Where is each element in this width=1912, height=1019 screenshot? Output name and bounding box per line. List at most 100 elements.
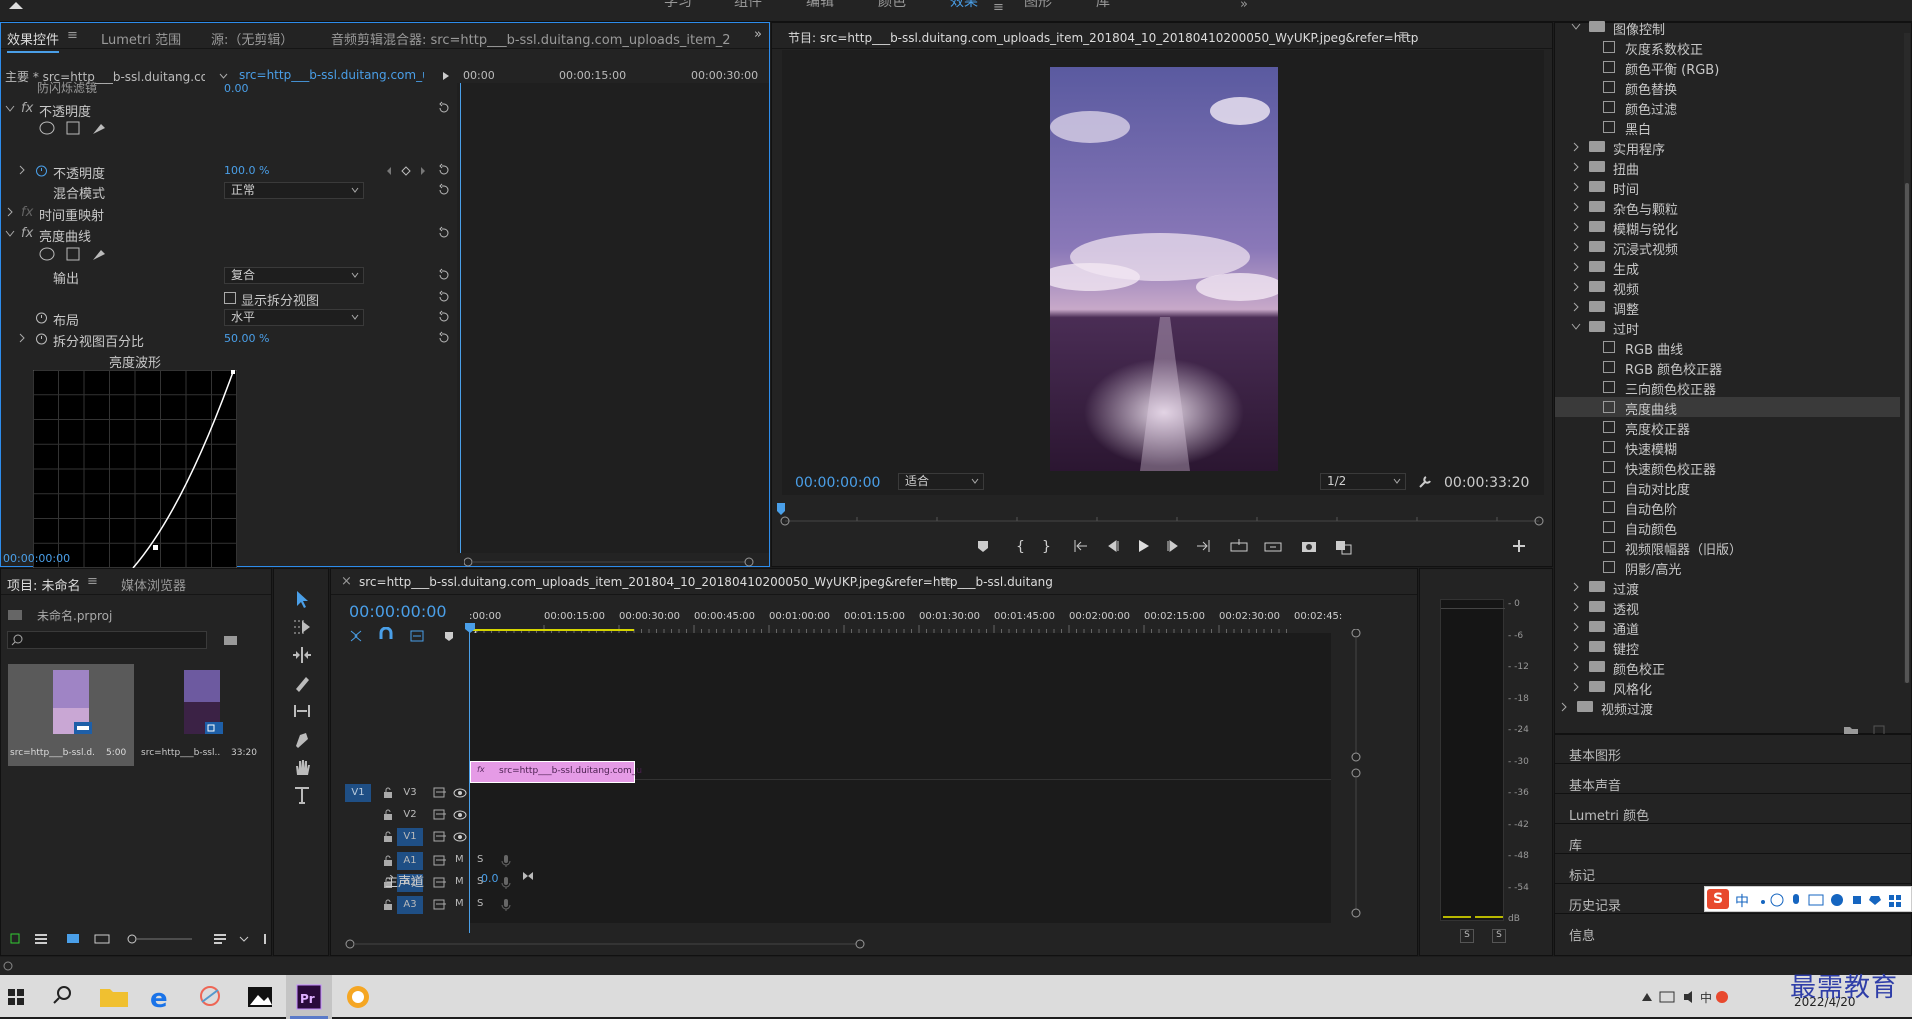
step-back-icon[interactable] xyxy=(1102,535,1124,557)
panel-info[interactable]: 信息 xyxy=(1569,925,1595,944)
effect-tree-item[interactable]: 亮度校正器 xyxy=(1555,417,1900,438)
keyframe-nav-icon[interactable] xyxy=(386,166,426,176)
search-icon[interactable] xyxy=(46,975,92,1019)
effect-tree-item[interactable]: 调整 xyxy=(1555,297,1900,318)
track-target-v2[interactable]: V2 xyxy=(397,806,423,824)
effect-tree-item[interactable]: 杂色与颗粒 xyxy=(1555,197,1900,218)
effect-tree-item[interactable]: 颜色替换 xyxy=(1555,77,1900,98)
reset-icon[interactable] xyxy=(437,183,451,197)
track-target-v3[interactable]: V3 xyxy=(397,784,423,802)
play-triangle-icon[interactable] xyxy=(442,71,450,81)
eye-icon[interactable] xyxy=(453,832,467,842)
effect-tree-item[interactable]: 风格化 xyxy=(1555,677,1900,698)
audio-meter[interactable] xyxy=(1440,599,1505,921)
expand-chevron-right-icon[interactable] xyxy=(1571,662,1581,672)
reset-icon[interactable] xyxy=(437,331,451,345)
expand-chevron-right-icon[interactable] xyxy=(1571,202,1581,212)
solo-right-button[interactable]: S xyxy=(1492,929,1506,943)
ime-tool-icons[interactable] xyxy=(1757,892,1907,908)
sequence-clip-label[interactable]: src=http___b-ssl.duitang.com_uploa... xyxy=(239,68,424,82)
tab-project[interactable]: 项目: 未命名 xyxy=(7,575,81,594)
workspace-libraries[interactable]: 库 xyxy=(1096,0,1110,11)
mic-icon[interactable] xyxy=(501,898,511,912)
track-header-v1[interactable]: V1 xyxy=(331,827,469,847)
prev-property-value[interactable]: 0.00 xyxy=(224,82,249,95)
expand-chevron-right-icon[interactable] xyxy=(17,333,27,343)
workspace-learn[interactable]: 学习 xyxy=(664,0,692,11)
program-time-ruler[interactable] xyxy=(777,501,1547,527)
opacity-effect-row[interactable]: fx 不透明度 xyxy=(1,99,456,120)
expand-chevron-right-icon[interactable] xyxy=(1571,262,1581,272)
workspace-effects[interactable]: 效果 xyxy=(950,0,978,11)
workspace-menu-icon[interactable]: ≡ xyxy=(993,0,1004,15)
stopwatch-icon[interactable] xyxy=(35,332,48,345)
workspace-color[interactable]: 颜色 xyxy=(878,0,906,11)
eye-icon[interactable] xyxy=(453,810,467,820)
workspace-edit[interactable]: 编辑 xyxy=(806,0,834,11)
master-volume-value[interactable]: 0.0 xyxy=(481,872,499,885)
mark-out-icon[interactable]: } xyxy=(1034,535,1056,557)
expand-chevron-right-icon[interactable] xyxy=(1571,222,1581,232)
sync-lock-icon[interactable] xyxy=(433,809,447,821)
program-title-tab[interactable]: 节目: src=http___b-ssl.duitang.com_uploads… xyxy=(788,29,1418,46)
step-forward-icon[interactable] xyxy=(1162,535,1184,557)
time-remap-row[interactable]: fx 时间重映射 xyxy=(1,203,456,224)
effect-tree-item[interactable]: 灰度系数校正 xyxy=(1555,37,1900,58)
workspace-assembly[interactable]: 组件 xyxy=(734,0,762,11)
effect-tree-item[interactable]: 快速模糊 xyxy=(1555,437,1900,458)
quality-dropdown[interactable]: 1/2 xyxy=(1320,473,1406,490)
effect-tree-item[interactable]: 透视 xyxy=(1555,597,1900,618)
expand-chevron-right-icon[interactable] xyxy=(1571,622,1581,632)
effect-tree-item[interactable]: 快速颜色校正器 xyxy=(1555,457,1900,478)
expand-chevron-right-icon[interactable] xyxy=(1571,282,1581,292)
solo-left-button[interactable]: S xyxy=(1460,929,1474,943)
lock-icon[interactable] xyxy=(383,899,393,911)
lock-icon[interactable] xyxy=(383,855,393,867)
layout-dropdown[interactable]: 水平 xyxy=(224,309,364,326)
mic-icon[interactable] xyxy=(501,854,511,868)
track-header-a1[interactable]: A1 M S xyxy=(331,851,511,871)
project-search-input[interactable] xyxy=(7,631,207,649)
panel-essential-sound[interactable]: 基本声音 xyxy=(1569,775,1621,794)
track-header-v3[interactable]: V1 V3 xyxy=(331,783,469,803)
edge-browser-icon[interactable]: e xyxy=(140,975,186,1019)
stopwatch-icon[interactable] xyxy=(35,164,48,177)
chevron-down-icon[interactable] xyxy=(219,73,228,79)
mute-button[interactable]: M xyxy=(455,898,464,909)
effect-keyframe-area[interactable] xyxy=(457,83,769,553)
panel-libraries[interactable]: 库 xyxy=(1569,835,1582,854)
go-to-out-icon[interactable] xyxy=(1192,535,1214,557)
effect-tree-item[interactable]: 视频 xyxy=(1555,277,1900,298)
expand-chevron-icon[interactable] xyxy=(1571,22,1581,32)
ime-toolbar[interactable]: S 中 xyxy=(1704,886,1912,912)
effect-tree-item[interactable]: 过时 xyxy=(1555,317,1900,338)
fit-dropdown[interactable]: 适合 xyxy=(898,473,984,490)
sync-lock-icon[interactable] xyxy=(433,899,447,911)
effect-timeline-ruler[interactable]: 00:00 00:00:15:00 00:00:30:00 xyxy=(459,66,769,84)
sync-lock-icon[interactable] xyxy=(433,831,447,843)
source-patch-v1[interactable]: V1 xyxy=(345,784,371,802)
work-area-bar[interactable] xyxy=(469,629,634,631)
pen-tool-icon[interactable] xyxy=(292,729,312,749)
mute-button[interactable]: M xyxy=(455,854,464,865)
stopwatch-icon[interactable] xyxy=(35,311,48,324)
wrench-icon[interactable] xyxy=(1418,475,1432,489)
panel-overflow-icon[interactable]: » xyxy=(754,27,762,42)
app-icon[interactable] xyxy=(188,975,234,1019)
track-target-a3[interactable]: A3 xyxy=(397,896,423,914)
timeline-horizontal-scrollbar[interactable] xyxy=(345,937,865,951)
panel-menu-icon[interactable]: ≡ xyxy=(67,28,78,43)
effect-tree-item[interactable]: 图像控制 xyxy=(1555,17,1900,38)
video-frame[interactable] xyxy=(1050,67,1278,471)
split-percent-row[interactable]: 拆分视图百分比 50.00 % xyxy=(1,329,456,350)
panel-menu-icon[interactable]: ≡ xyxy=(941,574,952,589)
expand-chevron-right-icon[interactable] xyxy=(1571,302,1581,312)
effect-tree-item[interactable]: 模糊与锐化 xyxy=(1555,217,1900,238)
solo-button[interactable]: S xyxy=(477,898,483,909)
add-button-icon[interactable] xyxy=(1510,537,1528,555)
reset-icon[interactable] xyxy=(437,268,451,282)
premiere-taskbar-button[interactable]: Pr xyxy=(286,975,332,1019)
windows-start-icon[interactable] xyxy=(0,975,46,1019)
timeline-clip[interactable]: fx src=http___b-ssl.duitang.com_u xyxy=(470,761,642,783)
effect-tree-item[interactable]: RGB 曲线 xyxy=(1555,337,1900,358)
